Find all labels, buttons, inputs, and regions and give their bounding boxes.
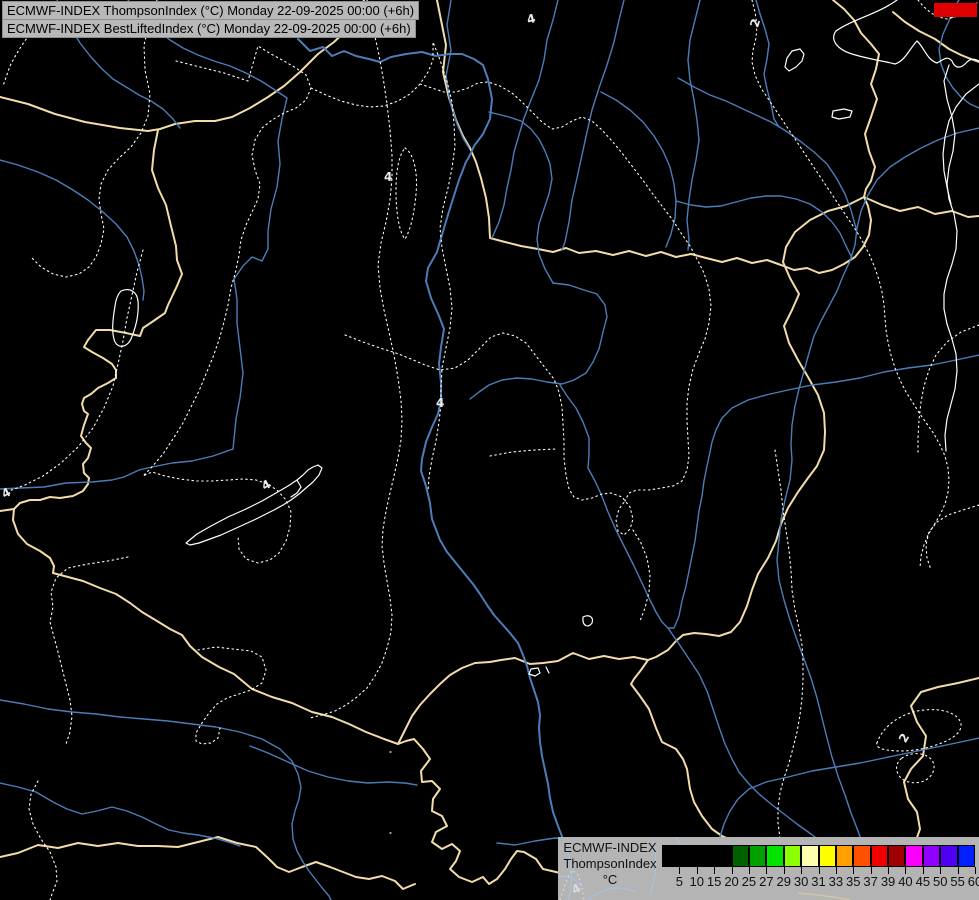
legend-source-label: ECMWF-INDEX [558, 840, 662, 856]
map-title-secondary: ECMWF-INDEX BestLiftedIndex (°C) Monday … [2, 19, 416, 38]
legend-tick [958, 867, 959, 874]
lake-ferto [113, 290, 139, 347]
legend-tick-label: 50 [933, 874, 947, 889]
map-canvas [0, 0, 979, 900]
legend-tick [749, 867, 750, 874]
contour-value-label: 4 [436, 396, 444, 410]
legend-tick-label: 10 [690, 874, 704, 889]
legend-cell-25 [733, 846, 748, 866]
legend-cell-20 [715, 846, 730, 866]
legend-tick-label: 31 [811, 874, 825, 889]
legend-tick [836, 867, 837, 874]
legend-cell-33 [820, 846, 835, 866]
index-contours-dotted [3, 0, 979, 900]
legend-cell-40 [889, 846, 904, 866]
legend-tick [714, 867, 715, 874]
legend-cell-35 [837, 846, 852, 866]
legend-tick [766, 867, 767, 874]
legend-colorbar [662, 845, 975, 867]
legend-cell-30 [785, 846, 800, 866]
map-title-primary: ECMWF-INDEX ThompsonIndex (°C) Monday 22… [2, 1, 419, 20]
legend-cell-5 [663, 846, 678, 866]
legend-tick [905, 867, 906, 874]
legend-tick [784, 867, 785, 874]
legend-cell-27 [750, 846, 765, 866]
legend-tick-label: 29 [776, 874, 790, 889]
legend-tick [801, 867, 802, 874]
legend-tick-label: 15 [707, 874, 721, 889]
legend-tick-label: 35 [846, 874, 860, 889]
legend-cell-29 [767, 846, 782, 866]
legend-tick-label: 39 [881, 874, 895, 889]
legend-tick [871, 867, 872, 874]
lakes-and-solid-contours [113, 0, 979, 833]
legend-tick-label: 27 [759, 874, 773, 889]
legend-tick [697, 867, 698, 874]
legend-cell-37 [854, 846, 869, 866]
legend-tick [853, 867, 854, 874]
legend-cell-55 [941, 846, 956, 866]
legend-cell-50 [924, 846, 939, 866]
legend-tick-label: 20 [724, 874, 738, 889]
legend-tick-label: 60 [968, 874, 979, 889]
legend-cell-31 [802, 846, 817, 866]
legend-tick [923, 867, 924, 874]
country-borders [0, 0, 979, 900]
legend-tick-label: 37 [863, 874, 877, 889]
legend-tick-label: 25 [742, 874, 756, 889]
corner-marker [934, 3, 977, 17]
legend-tick-label: 5 [676, 874, 683, 889]
legend-cell-10 [680, 846, 695, 866]
legend-index-label: ThompsonIndex [558, 856, 662, 872]
legend-tick-label: 55 [950, 874, 964, 889]
legend-tick [732, 867, 733, 874]
legend-tick-label: 40 [898, 874, 912, 889]
legend-panel: ECMWF-INDEX ThompsonIndex °C 51015202527… [558, 837, 979, 900]
legend-tick [940, 867, 941, 874]
legend-tick-label: 45 [916, 874, 930, 889]
legend-tick [888, 867, 889, 874]
contour-value-label: 4 [384, 170, 392, 184]
weather-map-app: ECMWF-INDEX ThompsonIndex (°C) Monday 22… [0, 0, 979, 900]
legend-tick [679, 867, 680, 874]
legend-tick [975, 867, 976, 874]
legend-cell-45 [906, 846, 921, 866]
legend-cell-60 [959, 846, 974, 866]
rivers [0, 0, 979, 900]
legend-tick [819, 867, 820, 874]
legend-tick-label: 30 [794, 874, 808, 889]
legend-cell-15 [698, 846, 713, 866]
legend-cell-39 [872, 846, 887, 866]
lake-balaton [186, 465, 322, 545]
legend-tick-label: 33 [829, 874, 843, 889]
